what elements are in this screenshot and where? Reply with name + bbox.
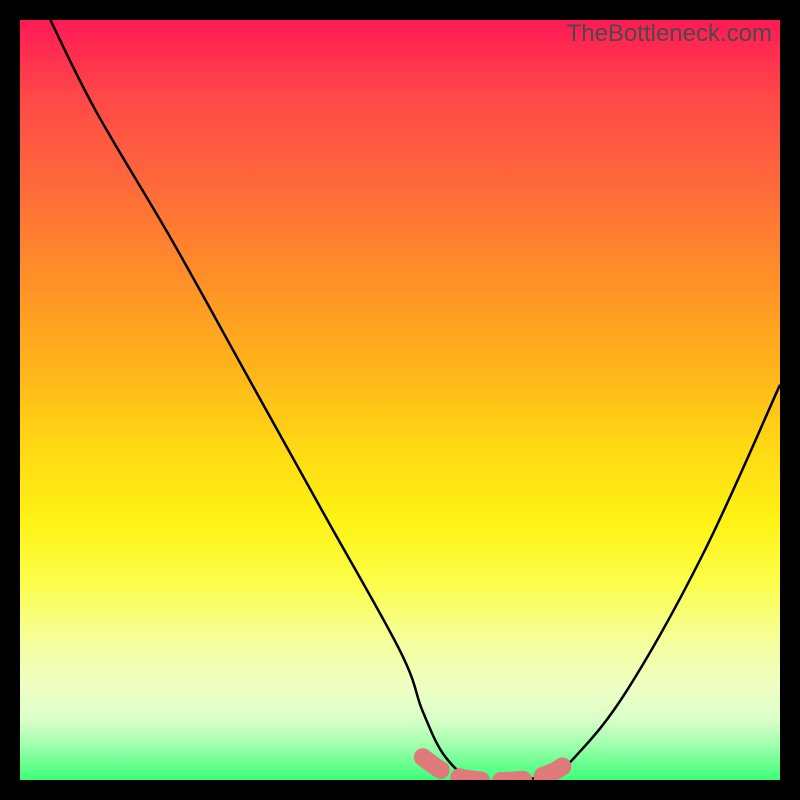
bottleneck-curve-path [50, 20, 780, 780]
flat-marker-path [423, 757, 575, 780]
chart-frame: TheBottleneck.com [20, 20, 780, 780]
bottleneck-chart [20, 20, 780, 780]
